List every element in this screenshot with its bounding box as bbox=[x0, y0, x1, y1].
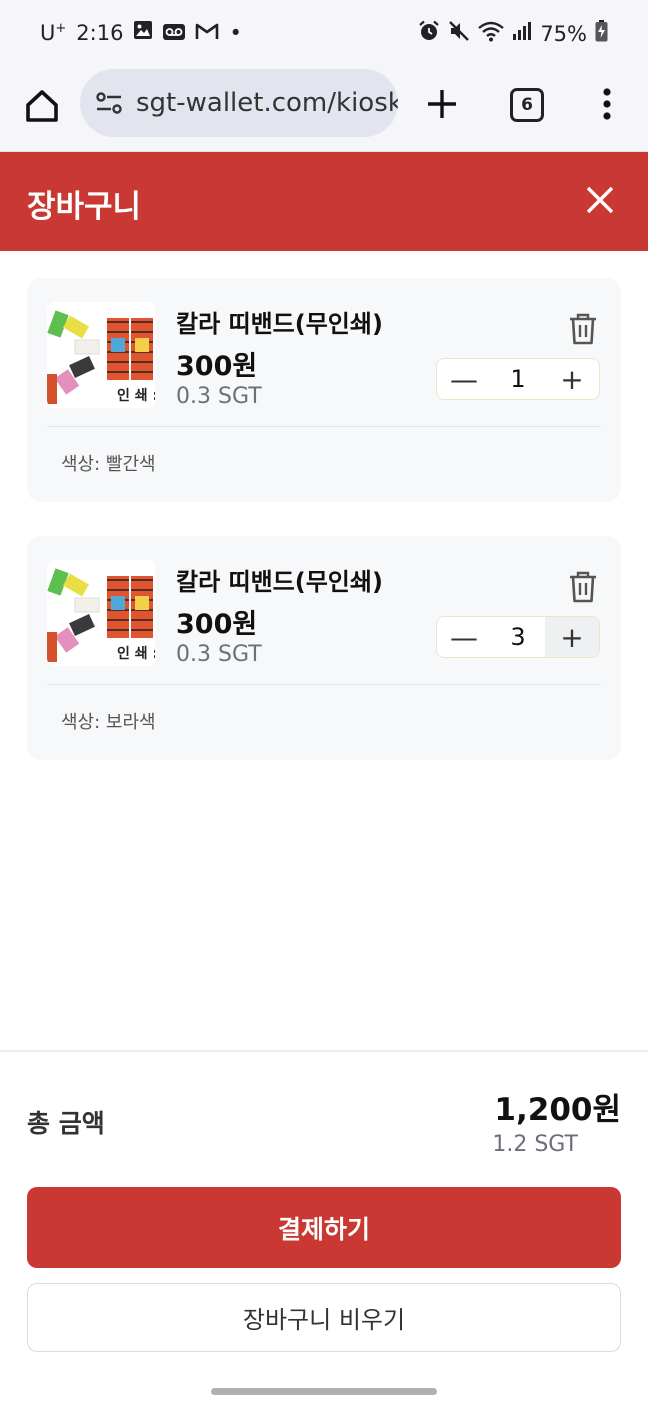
cart-header: 장바구니 bbox=[0, 152, 648, 251]
cart-item: 인 쇄 : 칼라 띠밴드(무인쇄) 300원 0.3 SGT — 1 + 색상:… bbox=[27, 278, 621, 502]
item-divider bbox=[47, 684, 601, 685]
notification-dot: • bbox=[229, 20, 242, 45]
decrease-quantity-button[interactable]: — bbox=[437, 359, 491, 399]
more-vert-icon bbox=[603, 88, 611, 120]
clear-cart-button[interactable]: 장바구니 비우기 bbox=[27, 1283, 621, 1352]
decrease-quantity-button[interactable]: — bbox=[437, 617, 491, 657]
item-sgt-price: 0.3 SGT bbox=[176, 642, 262, 667]
gmail-icon bbox=[195, 21, 219, 45]
home-button[interactable] bbox=[22, 86, 62, 126]
tab-switcher-button[interactable]: 6 bbox=[510, 88, 544, 122]
total-sgt-amount: 1.2 SGT bbox=[492, 1132, 578, 1157]
delete-item-button[interactable] bbox=[567, 570, 599, 604]
product-image: 인 쇄 : bbox=[47, 302, 155, 408]
item-option: 색상: 보라색 bbox=[61, 712, 156, 733]
quantity-value: 1 bbox=[510, 365, 526, 393]
page-title: 장바구니 bbox=[27, 189, 142, 225]
trash-icon bbox=[570, 571, 596, 603]
close-button[interactable] bbox=[584, 184, 616, 216]
new-tab-button[interactable] bbox=[422, 84, 462, 124]
status-bar: U+ 2:16 • 75% bbox=[0, 0, 648, 66]
wifi-icon bbox=[478, 20, 505, 47]
total-label: 총 금액 bbox=[27, 1109, 105, 1138]
signal-icon bbox=[512, 21, 532, 46]
site-settings-icon[interactable] bbox=[94, 88, 124, 118]
browser-toolbar: sgt-wallet.com/kiosk 6 bbox=[0, 66, 648, 152]
item-option: 색상: 빨간색 bbox=[61, 454, 156, 475]
mute-icon bbox=[448, 20, 470, 47]
item-name: 칼라 띠밴드(무인쇄) bbox=[176, 310, 383, 338]
increase-quantity-button[interactable]: + bbox=[545, 359, 599, 399]
increase-quantity-button[interactable]: + bbox=[545, 617, 599, 657]
footer-divider bbox=[0, 1050, 648, 1052]
close-icon bbox=[586, 186, 614, 214]
url-text[interactable]: sgt-wallet.com/kiosk bbox=[136, 88, 398, 118]
item-price: 300원 bbox=[176, 351, 258, 382]
item-divider bbox=[47, 426, 601, 427]
item-name: 칼라 띠밴드(무인쇄) bbox=[176, 568, 383, 596]
quantity-value: 3 bbox=[510, 623, 526, 651]
battery-percent: 75% bbox=[540, 21, 587, 46]
trash-icon bbox=[570, 313, 596, 345]
product-image: 인 쇄 : bbox=[47, 560, 155, 666]
thumb-print-text: 인 쇄 : bbox=[117, 645, 155, 662]
clock: 2:16 bbox=[76, 20, 124, 45]
browser-menu-button[interactable] bbox=[592, 84, 622, 124]
address-bar[interactable]: sgt-wallet.com/kiosk bbox=[80, 69, 398, 137]
battery-icon bbox=[595, 20, 608, 47]
status-right: 75% bbox=[418, 20, 608, 47]
delete-item-button[interactable] bbox=[567, 312, 599, 346]
item-price: 300원 bbox=[176, 609, 258, 640]
status-left: U+ 2:16 • bbox=[40, 20, 242, 45]
cart-item: 인 쇄 : 칼라 띠밴드(무인쇄) 300원 0.3 SGT — 3 + 색상:… bbox=[27, 536, 621, 760]
gesture-bar[interactable] bbox=[211, 1388, 437, 1395]
item-sgt-price: 0.3 SGT bbox=[176, 384, 262, 409]
carrier-label: U+ bbox=[40, 20, 67, 45]
quantity-stepper: — 3 + bbox=[436, 616, 600, 658]
thumb-print-text: 인 쇄 : bbox=[117, 387, 155, 404]
checkout-button[interactable]: 결제하기 bbox=[27, 1187, 621, 1268]
quantity-stepper: — 1 + bbox=[436, 358, 600, 400]
total-amount: 1,200원 bbox=[494, 1092, 621, 1128]
plus-icon bbox=[428, 90, 456, 118]
voicemail-icon bbox=[163, 21, 186, 45]
gallery-icon bbox=[133, 20, 153, 45]
home-icon bbox=[26, 90, 58, 122]
alarm-icon bbox=[418, 20, 440, 47]
